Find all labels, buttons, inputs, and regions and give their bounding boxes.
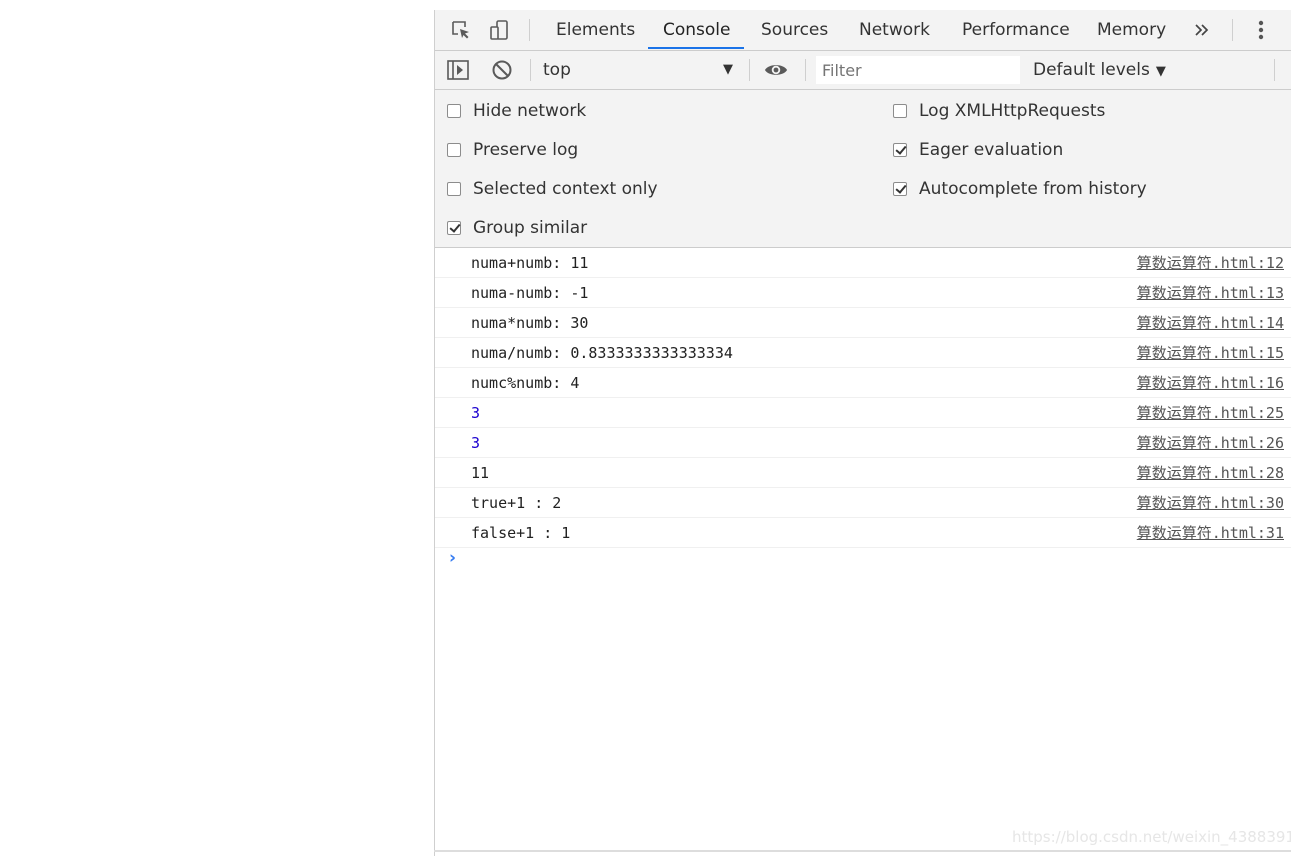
tab-elements[interactable]: Elements (556, 10, 635, 50)
kebab-menu-icon[interactable] (1249, 18, 1273, 42)
message-text: numa*numb: 30 (471, 314, 589, 332)
message-text: 11 (471, 464, 490, 482)
source-link[interactable]: 算数运算符.html:13 (1137, 278, 1284, 308)
source-link[interactable]: 算数运算符.html:16 (1137, 368, 1284, 398)
setting-selected-context-only[interactable]: Selected context only (447, 178, 658, 200)
checkbox[interactable] (447, 182, 461, 196)
setting-group-similar[interactable]: Group similar (447, 217, 587, 239)
console-message: true+1 : 2 算数运算符.html:30 (435, 488, 1291, 518)
console-message: numa+numb: 11 算数运算符.html:12 (435, 248, 1291, 278)
setting-eager-evaluation[interactable]: Eager evaluation (893, 139, 1063, 161)
source-link[interactable]: 算数运算符.html:31 (1137, 518, 1284, 548)
console-toolbar: top ▼ Default levels ▼ (435, 51, 1291, 90)
live-expression-eye-icon[interactable] (764, 58, 788, 82)
message-text: numa+numb: 11 (471, 254, 589, 272)
console-message: numa*numb: 30 算数运算符.html:14 (435, 308, 1291, 338)
tab-bar: Elements Console Sources Network Perform… (435, 10, 1291, 51)
device-toolbar-icon[interactable] (487, 18, 511, 42)
setting-autocomplete-from-history[interactable]: Autocomplete from history (893, 178, 1147, 200)
console-message: 3 算数运算符.html:26 (435, 428, 1291, 458)
console-messages: numa+numb: 11 算数运算符.html:12 numa-numb: -1… (435, 248, 1291, 568)
inspect-element-icon[interactable] (449, 18, 473, 42)
filter-input[interactable] (816, 56, 1020, 84)
console-message: false+1 : 1 算数运算符.html:31 (435, 518, 1291, 548)
source-link[interactable]: 算数运算符.html:26 (1137, 428, 1284, 458)
tab-console[interactable]: Console (663, 10, 731, 50)
source-link[interactable]: 算数运算符.html:28 (1137, 458, 1284, 488)
bottom-divider (434, 850, 1291, 852)
console-message: numc%numb: 4 算数运算符.html:16 (435, 368, 1291, 398)
setting-hide-network[interactable]: Hide network (447, 100, 586, 122)
context-selector[interactable]: top (543, 51, 571, 89)
active-tab-indicator (648, 47, 744, 49)
source-link[interactable]: 算数运算符.html:15 (1137, 338, 1284, 368)
setting-log-xmlhttprequests[interactable]: Log XMLHttpRequests (893, 100, 1105, 122)
setting-preserve-log[interactable]: Preserve log (447, 139, 578, 161)
source-link[interactable]: 算数运算符.html:12 (1137, 248, 1284, 278)
console-settings-pane: Hide network Log XMLHttpRequests Preserv… (435, 90, 1291, 248)
console-message: numa/numb: 0.8333333333333334 算数运算符.html:… (435, 338, 1291, 368)
message-text: false+1 : 1 (471, 524, 571, 542)
log-levels-dropdown[interactable]: Default levels ▼ (1033, 51, 1166, 89)
message-text: numc%numb: 4 (471, 374, 580, 392)
checkbox[interactable] (447, 104, 461, 118)
console-message: 3 算数运算符.html:25 (435, 398, 1291, 428)
source-link[interactable]: 算数运算符.html:30 (1137, 488, 1284, 518)
prompt-chevron-icon[interactable]: › (449, 548, 456, 568)
clear-console-icon[interactable] (490, 58, 514, 82)
checkbox[interactable] (447, 221, 461, 235)
message-text: numa/numb: 0.8333333333333334 (471, 344, 733, 362)
sidebar-toggle-icon[interactable] (446, 58, 470, 82)
watermark: https://blog.csdn.net/weixin_43883917 (1012, 828, 1291, 846)
message-number: 3 (471, 404, 481, 422)
checkbox[interactable] (893, 104, 907, 118)
source-link[interactable]: 算数运算符.html:25 (1137, 398, 1284, 428)
more-tabs-icon[interactable] (1190, 18, 1214, 42)
tab-network[interactable]: Network (859, 10, 930, 50)
log-levels-label: Default levels (1033, 60, 1150, 80)
source-link[interactable]: 算数运算符.html:14 (1137, 308, 1284, 338)
context-dropdown-arrow-icon[interactable]: ▼ (723, 51, 733, 89)
message-number: 3 (471, 434, 481, 452)
chevron-down-icon: ▼ (1155, 64, 1166, 79)
console-message: 11 算数运算符.html:28 (435, 458, 1291, 488)
checkbox[interactable] (893, 143, 907, 157)
checkbox[interactable] (447, 143, 461, 157)
tab-sources[interactable]: Sources (761, 10, 828, 50)
tab-memory[interactable]: Memory (1097, 10, 1166, 50)
message-text: numa-numb: -1 (471, 284, 589, 302)
console-message: numa-numb: -1 算数运算符.html:13 (435, 278, 1291, 308)
message-text: true+1 : 2 (471, 494, 562, 512)
tab-performance[interactable]: Performance (962, 10, 1070, 50)
checkbox[interactable] (893, 182, 907, 196)
devtools-panel: Elements Console Sources Network Perform… (434, 10, 1291, 856)
